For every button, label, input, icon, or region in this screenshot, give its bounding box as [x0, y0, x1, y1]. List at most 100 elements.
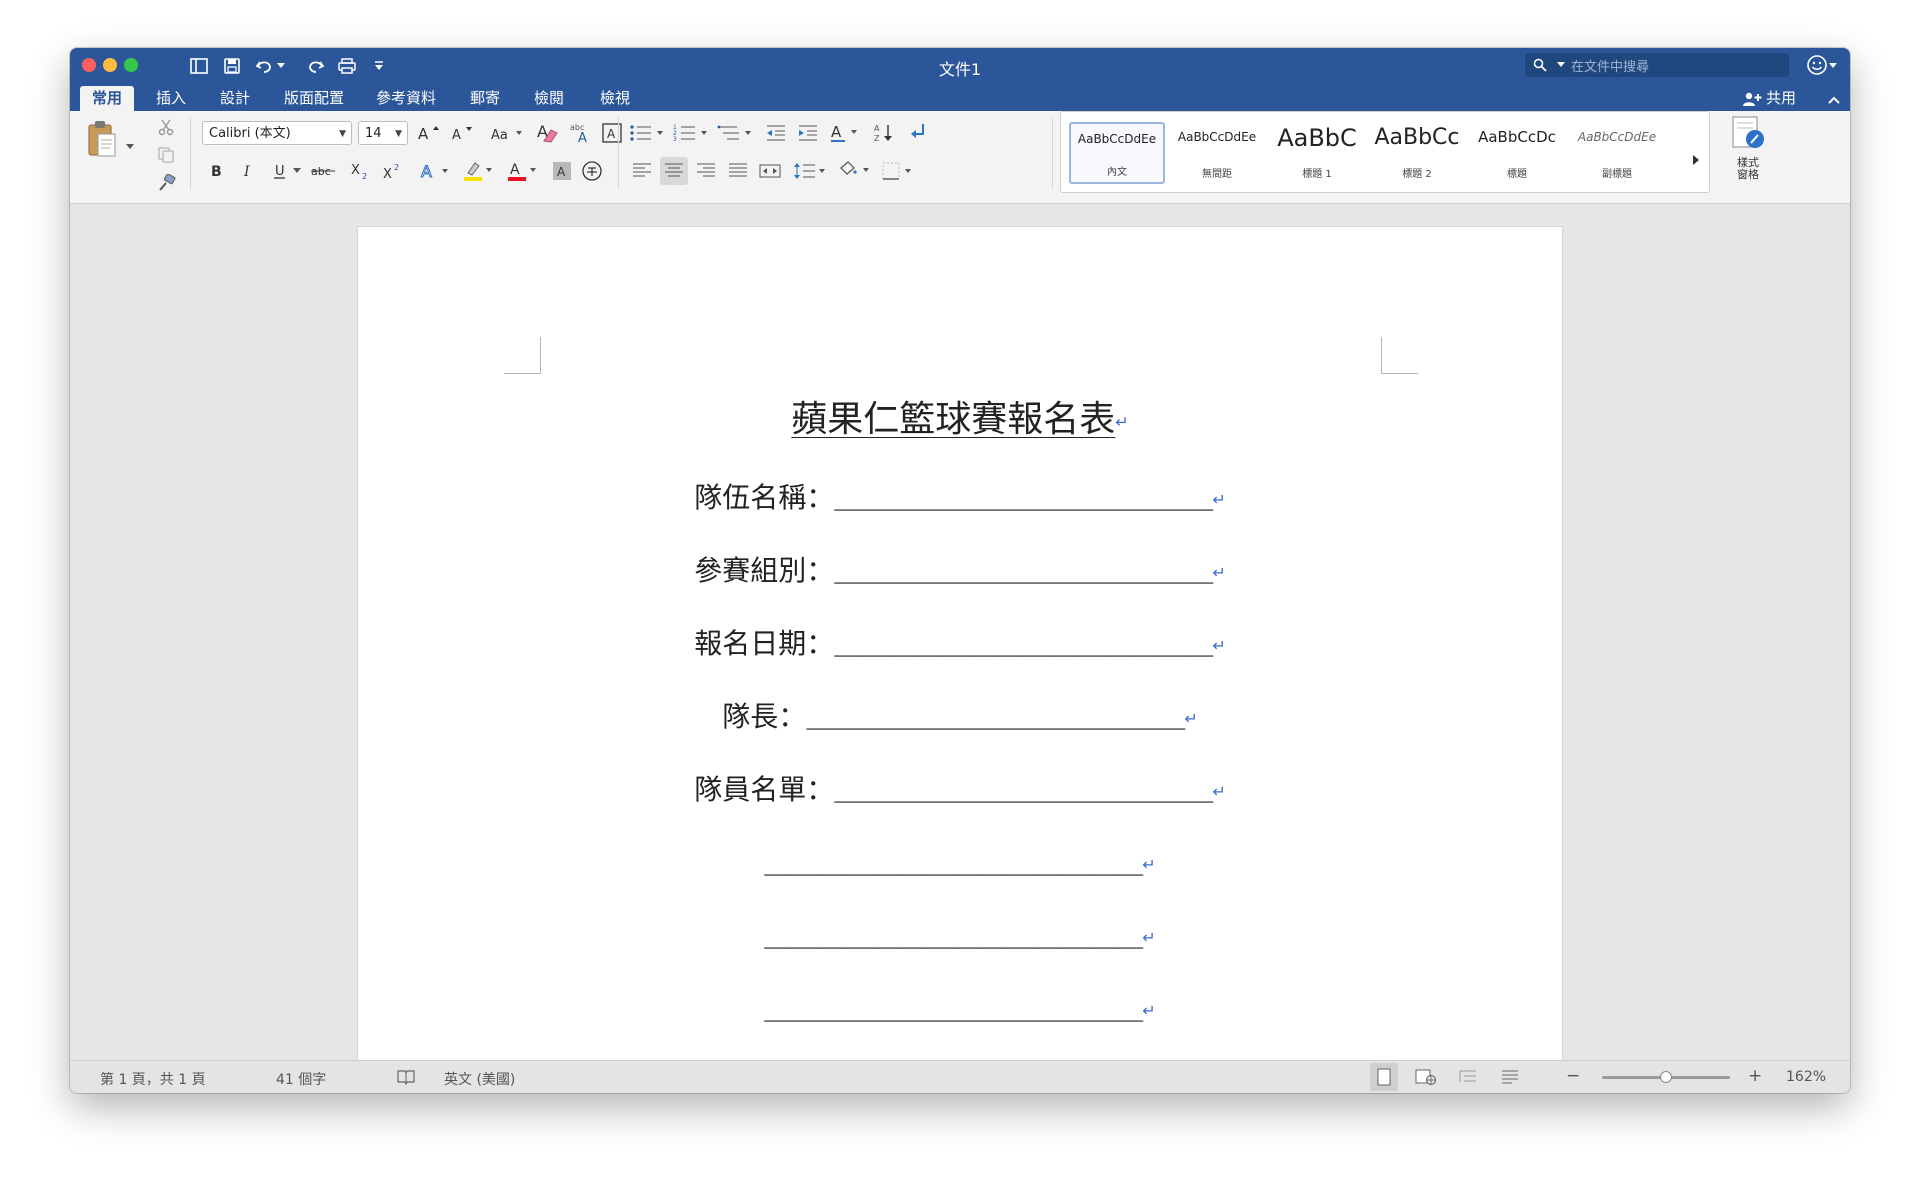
outline-view-icon[interactable] — [1454, 1063, 1482, 1091]
feedback-smiley-icon[interactable] — [1806, 54, 1838, 80]
strikethrough-button[interactable]: abc — [308, 157, 340, 185]
clear-formatting-button[interactable]: A — [534, 119, 562, 147]
zoom-in-button[interactable]: + — [1748, 1066, 1762, 1086]
field-member-line[interactable]: ＿＿＿＿＿＿＿＿＿＿＿＿＿＿↵ — [358, 841, 1562, 881]
text-effects-button[interactable]: A — [416, 157, 454, 185]
field-member-list[interactable]: 隊員名單：＿＿＿＿＿＿＿＿＿＿＿＿＿＿↵ — [358, 768, 1562, 808]
justify-button[interactable] — [724, 157, 752, 185]
align-right-button[interactable] — [692, 157, 720, 185]
zoom-slider-handle[interactable] — [1660, 1071, 1672, 1083]
document-page[interactable]: 蘋果仁籃球賽報名表↵ 隊伍名稱：＿＿＿＿＿＿＿＿＿＿＿＿＿＿↵ 參賽組別：＿＿＿… — [358, 227, 1562, 1060]
style-heading-2[interactable]: AaBbCc 標題 2 — [1369, 122, 1465, 184]
zoom-out-button[interactable]: − — [1566, 1066, 1580, 1086]
collapse-ribbon-icon[interactable] — [1828, 90, 1840, 109]
line-spacing-button[interactable] — [792, 157, 830, 185]
bold-button[interactable]: B — [202, 157, 230, 185]
svg-text:U: U — [275, 164, 285, 179]
align-center-button[interactable] — [660, 157, 688, 185]
style-heading-1[interactable]: AaBbC 標題 1 — [1269, 122, 1365, 184]
paragraph-mark-icon: ↵ — [1142, 855, 1156, 874]
decrease-indent-button[interactable] — [762, 119, 790, 147]
grow-font-button[interactable]: A — [416, 119, 444, 147]
format-painter-icon[interactable] — [152, 169, 180, 197]
tab-mailings[interactable]: 郵寄 — [460, 86, 510, 111]
paste-options-icon[interactable] — [124, 133, 136, 161]
field-signup-date[interactable]: 報名日期：＿＿＿＿＿＿＿＿＿＿＿＿＿＿↵ — [358, 622, 1562, 662]
justify-icon — [729, 163, 747, 177]
svg-text:A: A — [557, 165, 566, 179]
decrease-indent-icon — [767, 125, 785, 141]
change-case-button[interactable]: Aa — [488, 119, 526, 147]
superscript-button[interactable]: X2 — [378, 157, 406, 185]
search-placeholder: 在文件中搜尋 — [1571, 59, 1650, 75]
paste-button[interactable] — [82, 117, 122, 161]
style-title[interactable]: AaBbCcDc 標題 — [1469, 122, 1565, 184]
font-size-select[interactable]: 14 ▼ — [358, 121, 408, 145]
styles-gallery: AaBbCcDdEe 內文 AaBbCcDdEe 無間距 AaBbC 標題 1 … — [1060, 111, 1710, 193]
tab-design[interactable]: 設計 — [210, 86, 260, 111]
show-marks-button[interactable] — [904, 119, 932, 147]
underline-options-icon[interactable] — [290, 157, 304, 185]
shrink-font-button[interactable]: A — [450, 119, 478, 147]
tab-home[interactable]: 常用 — [80, 86, 134, 111]
tab-references[interactable]: 參考資料 — [366, 86, 446, 111]
field-member-line[interactable]: ＿＿＿＿＿＿＿＿＿＿＿＿＿＿↵ — [358, 987, 1562, 1027]
styles-more-icon[interactable] — [1692, 151, 1700, 170]
tab-layout[interactable]: 版面配置 — [274, 86, 354, 111]
distributed-button[interactable] — [756, 157, 784, 185]
style-no-spacing[interactable]: AaBbCcDdEe 無間距 — [1169, 122, 1265, 184]
svg-text:A: A — [607, 127, 616, 141]
title-bar: 文件1 在文件中搜尋 — [70, 48, 1850, 84]
print-layout-view-icon[interactable] — [1370, 1063, 1398, 1091]
copy-icon[interactable] — [152, 141, 180, 169]
phonetic-guide-button[interactable]: abc A — [566, 119, 594, 147]
proofing-icon[interactable] — [396, 1069, 416, 1089]
increase-indent-button[interactable] — [794, 119, 822, 147]
style-normal[interactable]: AaBbCcDdEe 內文 — [1069, 122, 1165, 184]
tab-review[interactable]: 檢閱 — [524, 86, 574, 111]
shading-button[interactable] — [836, 157, 874, 185]
language-indicator[interactable]: 英文 (美國) — [444, 1069, 515, 1089]
highlight-button[interactable] — [460, 157, 498, 185]
style-preview: AaBbCcDdEe — [1577, 130, 1657, 144]
font-color-button[interactable]: A — [504, 157, 542, 185]
zoom-level[interactable]: 162% — [1786, 1069, 1826, 1085]
increase-indent-icon — [799, 125, 817, 141]
cut-icon[interactable] — [152, 113, 180, 141]
bullets-button[interactable] — [628, 119, 668, 147]
web-layout-view-icon[interactable] — [1412, 1063, 1440, 1091]
enclose-characters-button[interactable] — [578, 157, 606, 185]
character-shading-button[interactable]: A — [548, 157, 576, 185]
italic-button[interactable]: I — [234, 157, 262, 185]
field-member-line[interactable]: ＿＿＿＿＿＿＿＿＿＿＿＿＿＿↵ — [358, 914, 1562, 954]
tab-insert[interactable]: 插入 — [146, 86, 196, 111]
character-border-button[interactable]: A — [598, 119, 626, 147]
sort-icon: AZ — [874, 124, 892, 143]
zoom-slider[interactable] — [1602, 1071, 1730, 1083]
align-left-button[interactable] — [628, 157, 656, 185]
borders-button[interactable] — [880, 157, 918, 185]
numbering-button[interactable]: 123 — [672, 119, 712, 147]
field-division[interactable]: 參賽組別：＿＿＿＿＿＿＿＿＿＿＿＿＿＿↵ — [358, 549, 1562, 589]
styles-pane-button[interactable]: 樣式窗格 — [1726, 115, 1770, 191]
tab-view[interactable]: 檢視 — [590, 86, 640, 111]
subscript-button[interactable]: X2 — [346, 157, 374, 185]
share-button[interactable]: 共用 — [1742, 86, 1796, 111]
draft-view-icon[interactable] — [1496, 1063, 1524, 1091]
field-team-name[interactable]: 隊伍名稱：＿＿＿＿＿＿＿＿＿＿＿＿＿＿↵ — [358, 476, 1562, 516]
grow-font-icon: A — [418, 125, 439, 143]
search-input[interactable]: 在文件中搜尋 — [1525, 53, 1789, 77]
form-title[interactable]: 蘋果仁籃球賽報名表↵ — [358, 390, 1562, 442]
bold-icon: B — [211, 164, 222, 180]
word-count[interactable]: 41 個字 — [276, 1069, 326, 1089]
asian-layout-button[interactable]: A — [828, 119, 864, 147]
font-name-select[interactable]: Calibri (本文) ▼ — [202, 121, 352, 145]
multilevel-list-button[interactable] — [716, 119, 756, 147]
document-area[interactable]: 蘋果仁籃球賽報名表↵ 隊伍名稱：＿＿＿＿＿＿＿＿＿＿＿＿＿＿↵ 參賽組別：＿＿＿… — [70, 204, 1850, 1060]
svg-text:A: A — [452, 128, 461, 143]
page-count[interactable]: 第 1 頁，共 1 頁 — [100, 1069, 206, 1089]
style-subtitle[interactable]: AaBbCcDdEe 副標題 — [1569, 122, 1665, 184]
field-captain[interactable]: 隊長：＿＿＿＿＿＿＿＿＿＿＿＿＿＿↵ — [358, 695, 1562, 735]
sort-button[interactable]: AZ — [870, 119, 898, 147]
share-label: 共用 — [1766, 89, 1797, 107]
